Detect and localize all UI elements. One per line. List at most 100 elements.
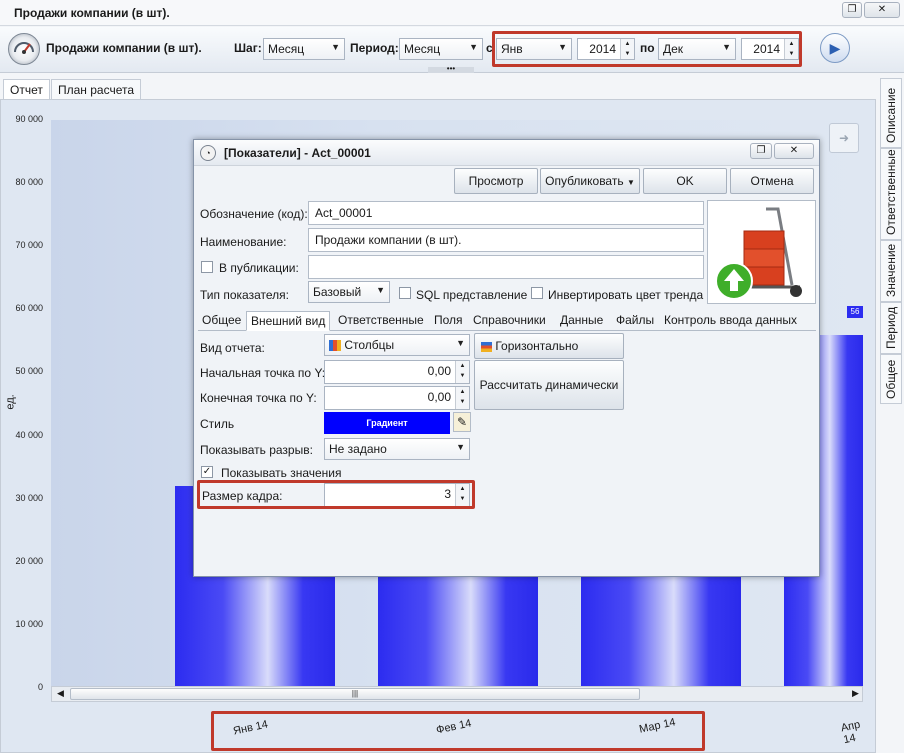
close-button[interactable]: ✕ bbox=[864, 2, 900, 18]
tab-report[interactable]: Отчет bbox=[3, 79, 50, 99]
side-tab-period[interactable]: Период bbox=[880, 302, 902, 354]
close-button[interactable]: ✕ bbox=[774, 143, 814, 159]
end-y-stepper[interactable]: 0,00 ▲ ▼ bbox=[324, 386, 470, 410]
gap-select[interactable]: Не задано ▼ bbox=[324, 438, 470, 460]
side-tab-value[interactable]: Значение bbox=[880, 240, 902, 302]
code-label: Обозначение (код): bbox=[200, 207, 308, 221]
splitter-handle[interactable]: ••• bbox=[428, 65, 474, 73]
tab-report-label: Отчет bbox=[10, 83, 43, 97]
start-y-value: 0,00 bbox=[427, 364, 451, 378]
period-label: Период: bbox=[350, 41, 399, 55]
export-icon[interactable]: ➜ bbox=[829, 123, 859, 153]
side-tab-label: Общее bbox=[884, 359, 898, 399]
indicator-dialog: ◔ [Показатели] - Act_00001 ❐ ✕ Просмотр … bbox=[193, 139, 820, 577]
dtab-label: Внешний вид bbox=[251, 314, 326, 328]
dtab-data[interactable]: Данные bbox=[556, 311, 607, 331]
show-values-label: Показывать значения bbox=[221, 466, 342, 480]
side-tab-label: Период bbox=[884, 306, 898, 349]
stepper-arrows[interactable]: ▲ ▼ bbox=[455, 387, 469, 409]
horizontal-scrollbar[interactable]: ◀ ||| ▶ bbox=[51, 686, 863, 702]
show-values-checkbox[interactable]: ✓ bbox=[201, 466, 213, 478]
chevron-down-icon: ▼ bbox=[469, 42, 478, 52]
style-swatch[interactable]: Градиент bbox=[324, 412, 450, 434]
dialog-title-bar: ◔ [Показатели] - Act_00001 ❐ ✕ bbox=[194, 140, 819, 166]
ok-button[interactable]: OK bbox=[643, 168, 727, 194]
publish-label: В публикации: bbox=[219, 261, 299, 275]
publish-button[interactable]: Опубликовать ▼ bbox=[540, 168, 640, 194]
type-value: Базовый bbox=[313, 285, 362, 299]
dtab-label: Поля bbox=[434, 313, 463, 327]
type-label: Тип показателя: bbox=[200, 288, 289, 302]
gap-value: Не задано bbox=[329, 442, 387, 456]
chevron-down-icon: ▼ bbox=[456, 338, 465, 348]
view-value: Столбцы bbox=[344, 338, 395, 352]
dtab-files[interactable]: Файлы bbox=[612, 311, 658, 331]
gauge-icon bbox=[8, 33, 40, 65]
type-select[interactable]: Базовый ▼ bbox=[308, 281, 390, 303]
name-label: Наименование: bbox=[200, 235, 287, 249]
y-tick-label: 60 000 bbox=[15, 303, 43, 314]
xaxis-highlight bbox=[211, 711, 705, 751]
code-field[interactable]: Act_00001 bbox=[308, 201, 704, 225]
tab-plan[interactable]: План расчета bbox=[51, 79, 142, 99]
dtab-label: Общее bbox=[202, 313, 242, 327]
horizontal-label: Горизонтально bbox=[495, 339, 579, 353]
y-tick-label: 50 000 bbox=[15, 366, 43, 377]
paint-brush-icon[interactable]: ✎ bbox=[453, 412, 471, 432]
view-label: Вид отчета: bbox=[200, 341, 265, 355]
x-tick-label: Апр 14 bbox=[839, 718, 862, 747]
bar-chart-icon bbox=[481, 341, 492, 352]
chevron-down-icon: ▼ bbox=[626, 178, 635, 187]
tab-plan-label: План расчета bbox=[58, 83, 135, 97]
y-tick-label: 30 000 bbox=[15, 492, 43, 503]
scroll-left-icon[interactable]: ◀ bbox=[57, 688, 64, 699]
dtab-label: Контроль ввода данных bbox=[664, 313, 798, 327]
indicator-image[interactable] bbox=[707, 200, 816, 304]
report-title: Продажи компании (в шт). bbox=[46, 41, 202, 55]
view-select[interactable]: Столбцы ▼ bbox=[324, 334, 470, 356]
scroll-thumb[interactable]: ||| bbox=[70, 688, 640, 700]
window-title: Продажи компании (в шт). bbox=[14, 6, 170, 20]
preview-button[interactable]: Просмотр bbox=[454, 168, 538, 194]
start-y-stepper[interactable]: 0,00 ▲ ▼ bbox=[324, 360, 470, 384]
dtab-directories[interactable]: Справочники bbox=[469, 311, 550, 331]
publish-button-label: Опубликовать bbox=[545, 174, 624, 188]
name-field[interactable]: Продажи компании (в шт). bbox=[308, 228, 704, 252]
side-tab-general[interactable]: Общее bbox=[880, 354, 902, 404]
publish-checkbox[interactable] bbox=[201, 261, 213, 273]
restore-button[interactable]: ❐ bbox=[750, 143, 772, 159]
y-tick-label: 20 000 bbox=[15, 555, 43, 566]
dtab-label: Ответственные bbox=[338, 313, 424, 327]
cancel-button[interactable]: Отмена bbox=[730, 168, 814, 194]
side-tabs: Описание Ответственные Значение Период О… bbox=[880, 78, 902, 404]
dtab-input-control[interactable]: Контроль ввода данных bbox=[660, 311, 801, 331]
y-tick-label: 70 000 bbox=[15, 240, 43, 251]
side-tab-description[interactable]: Описание bbox=[880, 78, 902, 148]
period-select[interactable]: Месяц ▼ bbox=[399, 38, 483, 60]
invert-label: Инвертировать цвет тренда bbox=[548, 288, 704, 302]
restore-button[interactable]: ❐ bbox=[842, 2, 862, 18]
stepper-arrows[interactable]: ▲ ▼ bbox=[455, 361, 469, 383]
dtab-label: Данные bbox=[560, 313, 604, 327]
dtab-label: Файлы bbox=[616, 313, 655, 327]
play-icon[interactable]: ▶ bbox=[820, 33, 850, 63]
dtab-general[interactable]: Общее bbox=[198, 311, 245, 331]
data-label: 56 bbox=[847, 306, 863, 318]
horizontal-toggle[interactable]: Горизонтально bbox=[474, 333, 624, 359]
calc-dynamic-button[interactable]: Рассчитать динамически bbox=[474, 360, 624, 410]
publish-field[interactable] bbox=[308, 255, 704, 279]
sql-checkbox[interactable] bbox=[399, 287, 411, 299]
dtab-fields[interactable]: Поля bbox=[430, 311, 467, 331]
y-tick-label: 40 000 bbox=[15, 429, 43, 440]
dtab-responsible[interactable]: Ответственные bbox=[334, 311, 428, 331]
end-y-value: 0,00 bbox=[427, 390, 451, 404]
title-bar: Продажи компании (в шт). ❐ ✕ bbox=[0, 0, 904, 26]
frame-highlight bbox=[197, 480, 475, 509]
step-select[interactable]: Месяц ▼ bbox=[263, 38, 345, 60]
side-tab-responsible[interactable]: Ответственные bbox=[880, 148, 902, 240]
start-y-label: Начальная точка по Y: bbox=[200, 366, 326, 380]
dtab-appearance[interactable]: Внешний вид bbox=[246, 311, 331, 331]
invert-checkbox[interactable] bbox=[531, 287, 543, 299]
scroll-right-icon[interactable]: ▶ bbox=[852, 688, 859, 699]
y-tick-label: 10 000 bbox=[15, 618, 43, 629]
